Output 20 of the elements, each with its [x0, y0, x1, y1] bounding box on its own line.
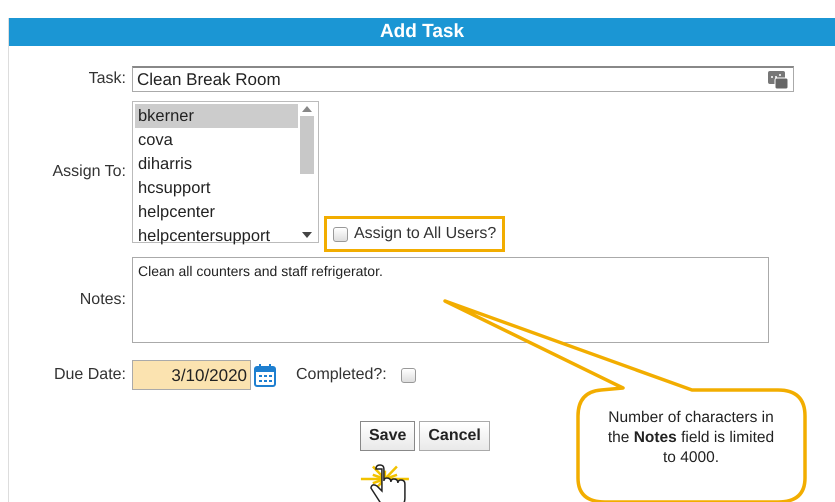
dialog-title: Add Task	[9, 18, 835, 46]
list-option[interactable]: helpcenter	[135, 200, 298, 224]
list-option[interactable]: diharris	[135, 152, 298, 176]
button[interactable]: Cancel	[419, 421, 490, 451]
list-option[interactable]: hcsupport	[135, 176, 298, 200]
user-listbox[interactable]: bkerner cova diharris hcsupport helpcenter helpcentersupport	[132, 101, 319, 243]
field-label: Notes:	[78, 290, 126, 310]
checkbox-label: Completed?:	[296, 365, 387, 385]
field-label: Due Date:	[52, 365, 126, 385]
field-label: Assign To:	[51, 162, 126, 182]
date-field[interactable]: 3/10/2020	[132, 360, 251, 390]
list-option[interactable]: cova	[135, 128, 298, 152]
callout-text: Number of characters in the Notes field is limited to 4000.	[606, 408, 776, 468]
notes-field[interactable]: Clean all counters and staff refrigerator.	[132, 257, 769, 343]
checkbox-label: Assign to All Users?	[354, 224, 496, 244]
field-value: Clean Break Room	[137, 68, 281, 91]
button[interactable]: Save	[360, 421, 416, 451]
task-field[interactable]: Clean Break Room	[132, 66, 794, 92]
list-option[interactable]: bkerner	[135, 104, 298, 128]
field-label: Task:	[88, 69, 126, 89]
